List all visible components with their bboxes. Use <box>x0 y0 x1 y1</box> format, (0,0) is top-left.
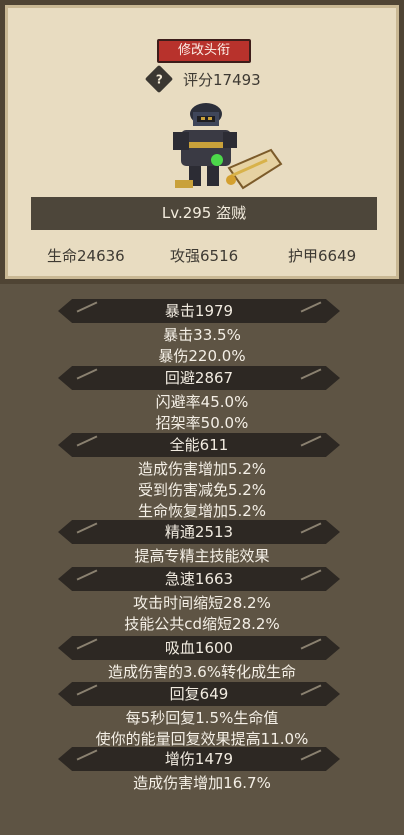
attribute-title: 全能611 <box>169 436 229 454</box>
character-panel: 修改头衔 ? 评分17493 Lv.295 盗贼 生命24636 攻强6516 … <box>0 0 404 835</box>
attribute-title: 回复649 <box>169 685 229 703</box>
attribute-title: 吸血1600 <box>164 639 234 657</box>
attribute-detail: 使你的能量回复效果提高11.0% <box>95 730 309 748</box>
brush-mark-icon <box>300 749 322 761</box>
attribute-header: 增伤1479 <box>58 747 340 771</box>
attribute-detail: 技能公共cd缩短28.2% <box>124 615 280 633</box>
brush-mark-icon <box>76 435 98 447</box>
attribute-detail: 生命恢复增加5.2% <box>137 502 267 520</box>
attribute-detail: 攻击时间缩短28.2% <box>133 594 271 612</box>
attribute-detail: 招架率50.0% <box>155 414 249 432</box>
attribute-title: 增伤1479 <box>164 750 234 768</box>
attribute-detail: 造成伤害增加16.7% <box>133 774 271 792</box>
question-mark-icon[interactable]: ? <box>144 64 174 94</box>
attribute-header: 回避2867 <box>58 366 340 390</box>
brush-mark-icon <box>76 684 98 696</box>
attribute-header: 暴击1979 <box>58 299 340 323</box>
brush-mark-icon <box>300 684 322 696</box>
brush-mark-icon <box>76 368 98 380</box>
attribute-detail: 暴伤220.0% <box>158 347 246 365</box>
brush-mark-icon <box>76 301 98 313</box>
stat-health: 生命24636 <box>47 247 125 265</box>
character-name-bar: Lv.295 盗贼 <box>31 197 377 230</box>
character-card: 修改头衔 ? 评分17493 Lv.295 盗贼 生命24636 攻强6516 … <box>0 0 404 284</box>
attribute-header: 吸血1600 <box>58 636 340 660</box>
brush-mark-icon <box>300 522 322 534</box>
attribute-header: 精通2513 <box>58 520 340 544</box>
attribute-header: 全能611 <box>58 433 340 457</box>
character-sprite-image <box>173 103 283 190</box>
attribute-detail: 暴击33.5% <box>163 326 241 344</box>
brush-mark-icon <box>76 638 98 650</box>
attribute-title: 急速1663 <box>164 570 234 588</box>
rating: ? 评分17493 <box>144 64 261 94</box>
rating-score: 评分17493 <box>183 70 261 89</box>
attribute-header: 回复649 <box>58 682 340 706</box>
brush-mark-icon <box>300 638 322 650</box>
attribute-title: 精通2513 <box>164 523 234 541</box>
brush-mark-icon <box>300 435 322 447</box>
brush-mark-icon <box>300 569 322 581</box>
brush-mark-icon <box>300 301 322 313</box>
stat-armor: 护甲6649 <box>288 247 357 265</box>
brush-mark-icon <box>76 569 98 581</box>
brush-mark-icon <box>76 749 98 761</box>
attribute-title: 回避2867 <box>164 369 234 387</box>
stat-attack-power: 攻强6516 <box>170 247 239 265</box>
attribute-detail: 闪避率45.0% <box>155 393 249 411</box>
attribute-title: 暴击1979 <box>164 302 234 320</box>
attribute-detail: 受到伤害减免5.2% <box>137 481 267 499</box>
brush-mark-icon <box>300 368 322 380</box>
brush-mark-icon <box>76 522 98 534</box>
attribute-detail: 每5秒回复1.5%生命值 <box>125 709 279 727</box>
attribute-detail: 造成伤害增加5.2% <box>137 460 267 478</box>
attribute-detail: 提高专精主技能效果 <box>134 547 270 565</box>
attribute-detail: 造成伤害的3.6%转化成生命 <box>107 663 297 681</box>
change-title-button[interactable]: 修改头衔 <box>157 39 251 63</box>
attribute-header: 急速1663 <box>58 567 340 591</box>
